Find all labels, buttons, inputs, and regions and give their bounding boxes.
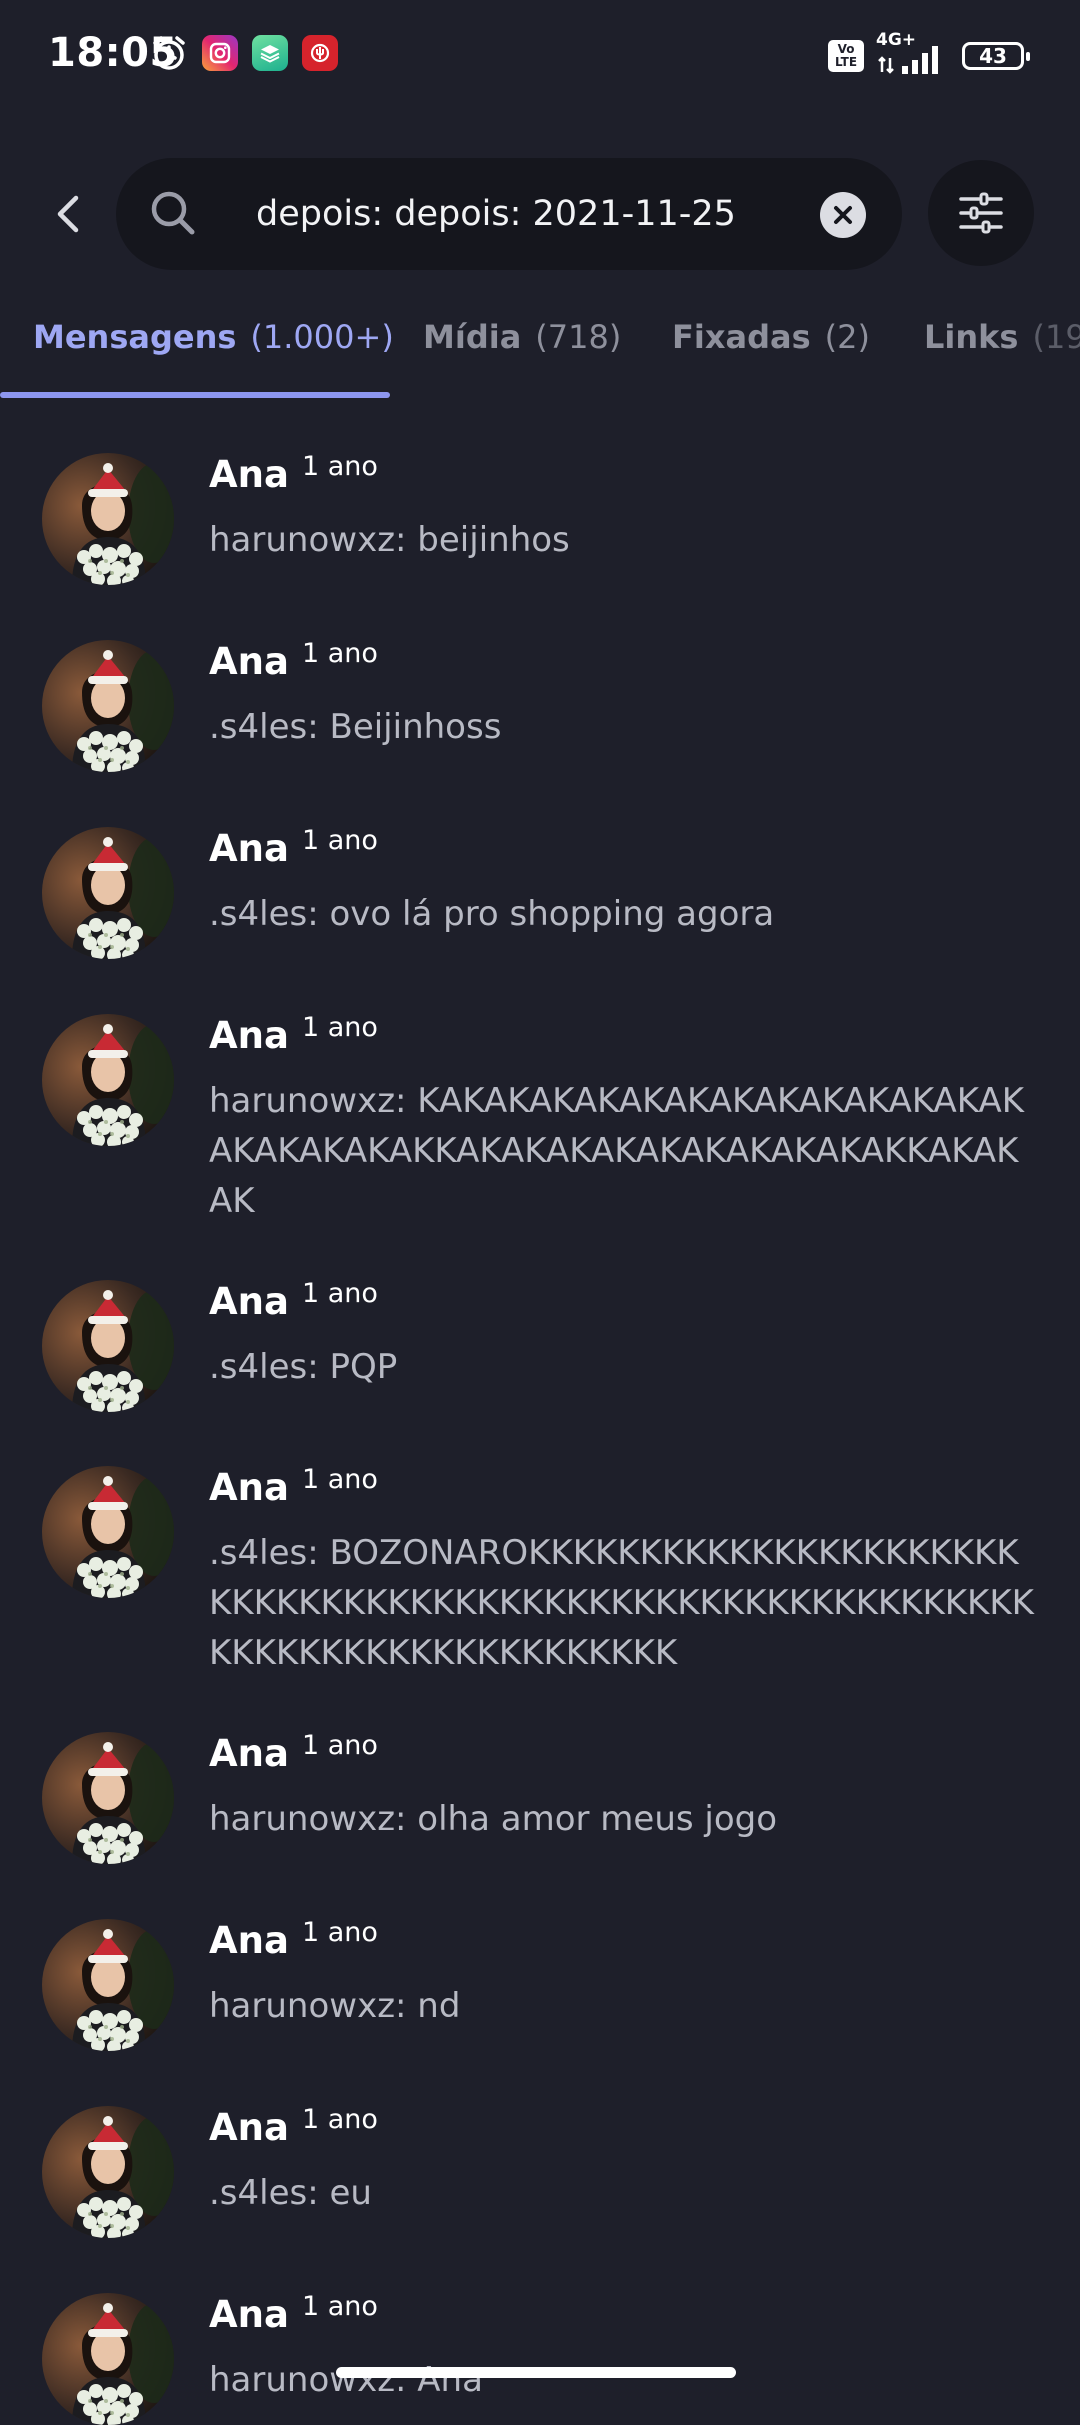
message-author: Ana <box>209 1466 289 1509</box>
message-text: harunowxz: nd <box>209 1986 461 2026</box>
tab-label: Mensagens <box>33 318 237 356</box>
tab-links[interactable]: Links (19 <box>924 318 1080 356</box>
home-indicator[interactable] <box>336 2367 736 2378</box>
avatar[interactable] <box>42 1280 174 1412</box>
chevron-left-icon <box>57 195 79 233</box>
message-author: Ana <box>209 1280 289 1323</box>
tab-label: Fixadas <box>672 318 811 356</box>
avatar[interactable] <box>42 1014 174 1146</box>
message-text: .s4les: BOZONAROKKKKKKKKKKKKKKKKKKKKKKKK… <box>209 1533 1034 1673</box>
avatar[interactable] <box>42 1732 174 1864</box>
avatar[interactable] <box>42 453 174 585</box>
active-tab-indicator <box>0 392 390 398</box>
message-text: .s4les: eu <box>209 2173 372 2213</box>
clear-search-button[interactable] <box>820 192 866 238</box>
message-time: 1 ano <box>302 825 378 856</box>
tab-mensagens[interactable]: Mensagens (1.000+) <box>33 318 394 356</box>
layers-app-icon <box>252 35 288 71</box>
avatar[interactable] <box>42 640 174 772</box>
message-author: Ana <box>209 2293 289 2336</box>
message-text: .s4les: PQP <box>209 1347 398 1387</box>
message-text: .s4les: ovo lá pro shopping agora <box>209 894 775 934</box>
message-author: Ana <box>209 1919 289 1962</box>
back-button[interactable] <box>40 178 96 250</box>
message-author: Ana <box>209 1014 289 1057</box>
search-input[interactable] <box>256 158 786 270</box>
message-time: 1 ano <box>302 1917 378 1948</box>
tab-bar: Mensagens (1.000+) Mídia (718) Fixadas (2) … <box>0 300 1080 400</box>
message-time: 1 ano <box>302 2291 378 2322</box>
tab-midia[interactable]: Mídia (718) <box>423 318 621 356</box>
volte-icon: Vo LTE <box>828 40 864 72</box>
avatar[interactable] <box>42 2106 174 2238</box>
message-text: harunowxz: olha amor meus jogo <box>209 1799 778 1839</box>
instagram-icon <box>202 35 238 71</box>
message-time: 1 ano <box>302 1464 378 1495</box>
message-time: 1 ano <box>302 1278 378 1309</box>
avatar[interactable] <box>42 827 174 959</box>
message-time: 1 ano <box>302 2104 378 2135</box>
message-text: .s4les: Beijinhoss <box>209 707 502 747</box>
status-bar: 18:05 Vo LTE 4G+ 43 <box>0 0 1080 112</box>
message-text: harunowxz: Ana <box>209 2360 483 2400</box>
battery-icon: 43 <box>962 42 1030 70</box>
search-bar[interactable] <box>116 158 902 270</box>
message-author: Ana <box>209 2106 289 2149</box>
sliders-icon <box>959 192 1003 234</box>
tab-count: (718) <box>535 318 622 356</box>
message-author: Ana <box>209 1732 289 1775</box>
system-indicators: Vo LTE 4G+ 43 <box>828 30 1030 76</box>
tab-fixadas[interactable]: Fixadas (2) <box>672 318 870 356</box>
filter-button[interactable] <box>928 160 1034 266</box>
tab-label: Links <box>924 318 1019 356</box>
alarm-icon <box>153 36 185 70</box>
tab-count: (19 <box>1032 318 1080 356</box>
tab-count: (2) <box>824 318 870 356</box>
avatar[interactable] <box>42 1466 174 1598</box>
message-text: harunowxz: beijinhos <box>209 520 570 560</box>
message-text: harunowxz: KAKAKAKAKAKAKAKAKAKAKAKAKAKAK… <box>209 1081 1025 1221</box>
message-time: 1 ano <box>302 638 378 669</box>
message-author: Ana <box>209 453 289 496</box>
close-icon <box>834 206 852 224</box>
tab-count: (1.000+) <box>250 318 394 356</box>
message-author: Ana <box>209 827 289 870</box>
notification-icons <box>148 34 338 72</box>
tab-label: Mídia <box>423 318 522 356</box>
avatar[interactable] <box>42 2293 174 2425</box>
message-time: 1 ano <box>302 451 378 482</box>
signal-icon: 4G+ <box>876 30 950 76</box>
search-icon <box>151 191 195 235</box>
red-app-icon <box>302 35 338 71</box>
message-time: 1 ano <box>302 1730 378 1761</box>
message-time: 1 ano <box>302 1012 378 1043</box>
message-author: Ana <box>209 640 289 683</box>
avatar[interactable] <box>42 1919 174 2051</box>
